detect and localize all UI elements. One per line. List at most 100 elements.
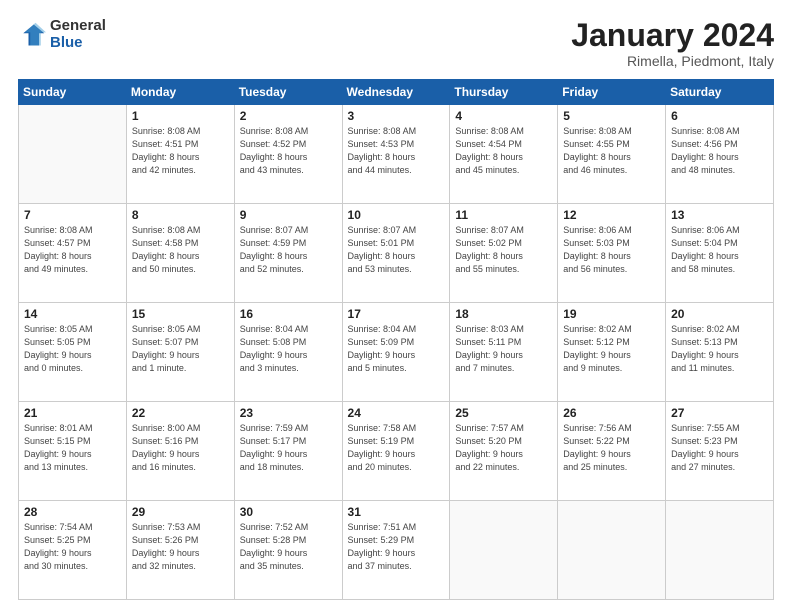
day-number: 11 <box>455 208 552 222</box>
calendar-table: Sunday Monday Tuesday Wednesday Thursday… <box>18 79 774 600</box>
day-number: 5 <box>563 109 660 123</box>
calendar-cell-4-5 <box>558 501 666 600</box>
header: General Blue January 2024 Rimella, Piedm… <box>18 18 774 69</box>
day-info: Sunrise: 7:56 AM Sunset: 5:22 PM Dayligh… <box>563 422 660 474</box>
calendar-cell-0-4: 4 Sunrise: 8:08 AM Sunset: 4:54 PM Daylig… <box>450 105 558 204</box>
day-number: 9 <box>240 208 337 222</box>
calendar-cell-2-2: 16 Sunrise: 8:04 AM Sunset: 5:08 PM Dayli… <box>234 303 342 402</box>
day-info: Sunrise: 7:55 AM Sunset: 5:23 PM Dayligh… <box>671 422 768 474</box>
calendar-week-1: 7 Sunrise: 8:08 AM Sunset: 4:57 PM Daylig… <box>19 204 774 303</box>
day-info: Sunrise: 8:07 AM Sunset: 5:01 PM Dayligh… <box>348 224 445 276</box>
day-info: Sunrise: 8:08 AM Sunset: 4:54 PM Dayligh… <box>455 125 552 177</box>
day-number: 4 <box>455 109 552 123</box>
calendar-cell-4-4 <box>450 501 558 600</box>
day-info: Sunrise: 8:06 AM Sunset: 5:04 PM Dayligh… <box>671 224 768 276</box>
day-number: 3 <box>348 109 445 123</box>
col-tuesday: Tuesday <box>234 80 342 105</box>
day-info: Sunrise: 8:04 AM Sunset: 5:09 PM Dayligh… <box>348 323 445 375</box>
calendar-cell-3-6: 27 Sunrise: 7:55 AM Sunset: 5:23 PM Dayli… <box>666 402 774 501</box>
day-number: 31 <box>348 505 445 519</box>
calendar-cell-2-1: 15Sunrise: 8:05 AM Sunset: 5:07 PM Dayli… <box>126 303 234 402</box>
calendar-cell-1-5: 12 Sunrise: 8:06 AM Sunset: 5:03 PM Dayli… <box>558 204 666 303</box>
day-number: 2 <box>240 109 337 123</box>
calendar-cell-2-0: 14Sunrise: 8:05 AM Sunset: 5:05 PM Dayli… <box>19 303 127 402</box>
day-number: 21 <box>24 406 121 420</box>
day-number: 24 <box>348 406 445 420</box>
logo: General Blue <box>18 18 106 51</box>
logo-icon <box>18 21 46 49</box>
calendar-cell-4-3: 31Sunrise: 7:51 AM Sunset: 5:29 PM Dayli… <box>342 501 450 600</box>
day-number: 28 <box>24 505 121 519</box>
day-number: 19 <box>563 307 660 321</box>
calendar-cell-2-4: 18Sunrise: 8:03 AM Sunset: 5:11 PM Dayli… <box>450 303 558 402</box>
title-block: January 2024 Rimella, Piedmont, Italy <box>571 18 774 69</box>
day-number: 27 <box>671 406 768 420</box>
logo-general-text: General <box>50 18 106 35</box>
day-number: 1 <box>132 109 229 123</box>
calendar-cell-0-2: 2 Sunrise: 8:08 AM Sunset: 4:52 PM Daylig… <box>234 105 342 204</box>
calendar-cell-1-6: 13 Sunrise: 8:06 AM Sunset: 5:04 PM Dayli… <box>666 204 774 303</box>
day-info: Sunrise: 8:08 AM Sunset: 4:57 PM Dayligh… <box>24 224 121 276</box>
day-number: 6 <box>671 109 768 123</box>
calendar-cell-0-1: 1 Sunrise: 8:08 AM Sunset: 4:51 PM Daylig… <box>126 105 234 204</box>
calendar-week-0: 1 Sunrise: 8:08 AM Sunset: 4:51 PM Daylig… <box>19 105 774 204</box>
col-monday: Monday <box>126 80 234 105</box>
calendar-cell-4-2: 30Sunrise: 7:52 AM Sunset: 5:28 PM Dayli… <box>234 501 342 600</box>
calendar-cell-1-2: 9Sunrise: 8:07 AM Sunset: 4:59 PM Daylig… <box>234 204 342 303</box>
calendar-cell-3-3: 24 Sunrise: 7:58 AM Sunset: 5:19 PM Dayli… <box>342 402 450 501</box>
day-info: Sunrise: 7:53 AM Sunset: 5:26 PM Dayligh… <box>132 521 229 573</box>
day-info: Sunrise: 8:05 AM Sunset: 5:05 PM Dayligh… <box>24 323 121 375</box>
day-number: 10 <box>348 208 445 222</box>
day-number: 22 <box>132 406 229 420</box>
day-number: 15 <box>132 307 229 321</box>
day-number: 13 <box>671 208 768 222</box>
day-info: Sunrise: 8:03 AM Sunset: 5:11 PM Dayligh… <box>455 323 552 375</box>
location-subtitle: Rimella, Piedmont, Italy <box>571 53 774 69</box>
calendar-week-3: 21 Sunrise: 8:01 AM Sunset: 5:15 PM Dayli… <box>19 402 774 501</box>
day-number: 7 <box>24 208 121 222</box>
calendar-cell-0-0 <box>19 105 127 204</box>
day-info: Sunrise: 8:08 AM Sunset: 4:56 PM Dayligh… <box>671 125 768 177</box>
logo-blue-text: Blue <box>50 35 106 52</box>
day-info: Sunrise: 8:08 AM Sunset: 4:53 PM Dayligh… <box>348 125 445 177</box>
calendar-cell-4-6 <box>666 501 774 600</box>
day-info: Sunrise: 8:04 AM Sunset: 5:08 PM Dayligh… <box>240 323 337 375</box>
day-info: Sunrise: 7:57 AM Sunset: 5:20 PM Dayligh… <box>455 422 552 474</box>
calendar-cell-3-0: 21 Sunrise: 8:01 AM Sunset: 5:15 PM Dayli… <box>19 402 127 501</box>
day-number: 12 <box>563 208 660 222</box>
day-number: 17 <box>348 307 445 321</box>
calendar-cell-0-5: 5 Sunrise: 8:08 AM Sunset: 4:55 PM Daylig… <box>558 105 666 204</box>
day-info: Sunrise: 8:06 AM Sunset: 5:03 PM Dayligh… <box>563 224 660 276</box>
day-info: Sunrise: 7:52 AM Sunset: 5:28 PM Dayligh… <box>240 521 337 573</box>
page: General Blue January 2024 Rimella, Piedm… <box>0 0 792 612</box>
day-info: Sunrise: 8:02 AM Sunset: 5:12 PM Dayligh… <box>563 323 660 375</box>
day-info: Sunrise: 8:08 AM Sunset: 4:51 PM Dayligh… <box>132 125 229 177</box>
day-info: Sunrise: 7:58 AM Sunset: 5:19 PM Dayligh… <box>348 422 445 474</box>
day-info: Sunrise: 8:01 AM Sunset: 5:15 PM Dayligh… <box>24 422 121 474</box>
calendar-week-2: 14Sunrise: 8:05 AM Sunset: 5:05 PM Dayli… <box>19 303 774 402</box>
calendar-week-4: 28 Sunrise: 7:54 AM Sunset: 5:25 PM Dayli… <box>19 501 774 600</box>
calendar-cell-2-5: 19 Sunrise: 8:02 AM Sunset: 5:12 PM Dayli… <box>558 303 666 402</box>
calendar-cell-2-3: 17 Sunrise: 8:04 AM Sunset: 5:09 PM Dayli… <box>342 303 450 402</box>
calendar-cell-2-6: 20Sunrise: 8:02 AM Sunset: 5:13 PM Dayli… <box>666 303 774 402</box>
day-number: 25 <box>455 406 552 420</box>
day-number: 26 <box>563 406 660 420</box>
day-number: 16 <box>240 307 337 321</box>
calendar-cell-0-6: 6 Sunrise: 8:08 AM Sunset: 4:56 PM Daylig… <box>666 105 774 204</box>
col-saturday: Saturday <box>666 80 774 105</box>
calendar-cell-3-1: 22Sunrise: 8:00 AM Sunset: 5:16 PM Dayli… <box>126 402 234 501</box>
logo-text: General Blue <box>50 18 106 51</box>
day-info: Sunrise: 8:08 AM Sunset: 4:55 PM Dayligh… <box>563 125 660 177</box>
calendar-cell-3-4: 25 Sunrise: 7:57 AM Sunset: 5:20 PM Dayli… <box>450 402 558 501</box>
col-wednesday: Wednesday <box>342 80 450 105</box>
day-info: Sunrise: 7:54 AM Sunset: 5:25 PM Dayligh… <box>24 521 121 573</box>
day-info: Sunrise: 8:08 AM Sunset: 4:58 PM Dayligh… <box>132 224 229 276</box>
col-thursday: Thursday <box>450 80 558 105</box>
calendar-header-row: Sunday Monday Tuesday Wednesday Thursday… <box>19 80 774 105</box>
calendar-cell-1-3: 10 Sunrise: 8:07 AM Sunset: 5:01 PM Dayli… <box>342 204 450 303</box>
day-info: Sunrise: 8:08 AM Sunset: 4:52 PM Dayligh… <box>240 125 337 177</box>
calendar-cell-4-0: 28 Sunrise: 7:54 AM Sunset: 5:25 PM Dayli… <box>19 501 127 600</box>
day-info: Sunrise: 7:59 AM Sunset: 5:17 PM Dayligh… <box>240 422 337 474</box>
day-number: 23 <box>240 406 337 420</box>
day-number: 20 <box>671 307 768 321</box>
